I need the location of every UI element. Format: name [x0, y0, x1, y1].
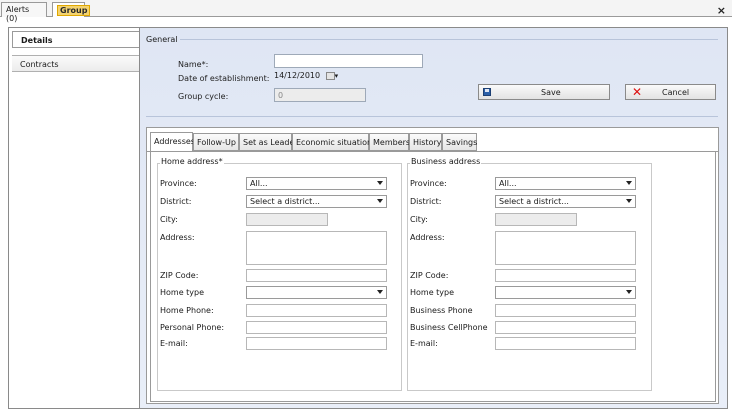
- home-type-select[interactable]: [246, 286, 387, 299]
- home-phone-label: Home Phone:: [160, 306, 214, 315]
- left-nav-panel: Details Contracts: [8, 27, 140, 409]
- tab-savings[interactable]: Savings: [442, 133, 477, 151]
- business-province-select[interactable]: All...: [495, 177, 636, 190]
- business-email-label: E-mail:: [410, 339, 438, 348]
- chevron-down-icon[interactable]: ▾: [335, 72, 339, 80]
- calendar-icon[interactable]: [325, 71, 335, 80]
- tab-addresses[interactable]: Addresses: [150, 132, 195, 152]
- name-label: Name*:: [178, 60, 209, 69]
- business-district-value: Select a district...: [499, 197, 569, 206]
- business-province-value: All...: [499, 179, 517, 188]
- business-cellphone-label: Business CellPhone: [410, 323, 488, 332]
- save-button-label: Save: [541, 88, 561, 97]
- tab-alerts-label: Alerts (0): [6, 5, 30, 23]
- section-divider: [146, 116, 718, 117]
- general-section-title: General: [146, 35, 178, 44]
- nav-item-contracts-label: Contracts: [20, 60, 59, 69]
- business-email-input[interactable]: [495, 337, 636, 350]
- nav-item-contracts[interactable]: Contracts: [12, 55, 140, 72]
- chevron-down-icon: [626, 181, 632, 185]
- cancel-x-icon: ✕: [632, 85, 643, 99]
- home-type-label: Home type: [160, 288, 205, 297]
- tab-economic-situation[interactable]: Economic situation: [292, 133, 372, 151]
- tab-follow-up[interactable]: Follow-Up: [193, 133, 239, 151]
- business-zip-input[interactable]: [495, 269, 636, 282]
- nav-item-details-label: Details: [21, 36, 53, 45]
- business-phone-input[interactable]: [495, 304, 636, 317]
- business-type-select[interactable]: [495, 286, 636, 299]
- business-district-label: District:: [410, 197, 442, 206]
- document-tab-bar: Alerts (0) Group ×: [0, 0, 732, 23]
- home-city-input[interactable]: [246, 213, 328, 226]
- date-value: 14/12/2010: [274, 71, 321, 80]
- close-icon[interactable]: ×: [717, 4, 726, 17]
- business-city-label: City:: [410, 215, 428, 224]
- home-province-value: All...: [250, 179, 268, 188]
- chevron-down-icon: [377, 181, 383, 185]
- save-button[interactable]: Save: [478, 84, 610, 100]
- group-cycle-input[interactable]: 0: [274, 88, 366, 102]
- details-tab-panel: Addresses Follow-Up Set as Leader Econom…: [146, 127, 719, 404]
- floppy-disk-icon: [483, 88, 491, 96]
- home-zip-label: ZIP Code:: [160, 271, 199, 280]
- tab-history[interactable]: History: [409, 133, 442, 151]
- chevron-down-icon: [377, 199, 383, 203]
- home-province-select[interactable]: All...: [246, 177, 387, 190]
- group-details-panel: General Name*: Date of establishment: 14…: [139, 27, 728, 409]
- tab-group-label: Group: [57, 5, 91, 16]
- name-input[interactable]: [274, 54, 423, 68]
- tab-alerts[interactable]: Alerts (0): [1, 2, 47, 23]
- home-email-input[interactable]: [246, 337, 387, 350]
- chevron-down-icon: [626, 199, 632, 203]
- business-city-input[interactable]: [495, 213, 577, 226]
- home-zip-input[interactable]: [246, 269, 387, 282]
- personal-phone-label: Personal Phone:: [160, 323, 225, 332]
- addresses-tab-body: Home address* Province: All... District:…: [150, 152, 716, 402]
- business-type-label: Home type: [410, 288, 455, 297]
- date-of-establishment-picker[interactable]: 14/12/2010 ▾: [274, 71, 338, 85]
- tab-group[interactable]: Group: [52, 2, 91, 17]
- business-district-select[interactable]: Select a district...: [495, 195, 636, 208]
- business-zip-label: ZIP Code:: [410, 271, 449, 280]
- business-address-title: Business address: [410, 157, 482, 166]
- home-address-title: Home address*: [160, 157, 224, 166]
- section-divider: [180, 39, 718, 40]
- business-phone-label: Business Phone: [410, 306, 473, 315]
- business-address-textarea[interactable]: [495, 231, 636, 265]
- cancel-button[interactable]: ✕ Cancel: [625, 84, 716, 100]
- date-of-establishment-label: Date of establishment:: [178, 74, 270, 83]
- home-district-label: District:: [160, 197, 192, 206]
- tab-set-as-leader[interactable]: Set as Leader: [239, 133, 298, 151]
- personal-phone-input[interactable]: [246, 321, 387, 334]
- chevron-down-icon: [377, 290, 383, 294]
- home-email-label: E-mail:: [160, 339, 188, 348]
- business-cellphone-input[interactable]: [495, 321, 636, 334]
- group-cycle-label: Group cycle:: [178, 92, 229, 101]
- chevron-down-icon: [626, 290, 632, 294]
- nav-item-details[interactable]: Details: [12, 31, 140, 48]
- home-address-textarea[interactable]: [246, 231, 387, 265]
- home-district-select[interactable]: Select a district...: [246, 195, 387, 208]
- tab-members[interactable]: Members: [369, 133, 410, 151]
- home-district-value: Select a district...: [250, 197, 320, 206]
- home-city-label: City:: [160, 215, 178, 224]
- business-address-label: Address:: [410, 233, 445, 242]
- business-province-label: Province:: [410, 179, 447, 188]
- home-address-label: Address:: [160, 233, 195, 242]
- home-province-label: Province:: [160, 179, 197, 188]
- cancel-button-label: Cancel: [662, 88, 690, 97]
- home-phone-input[interactable]: [246, 304, 387, 317]
